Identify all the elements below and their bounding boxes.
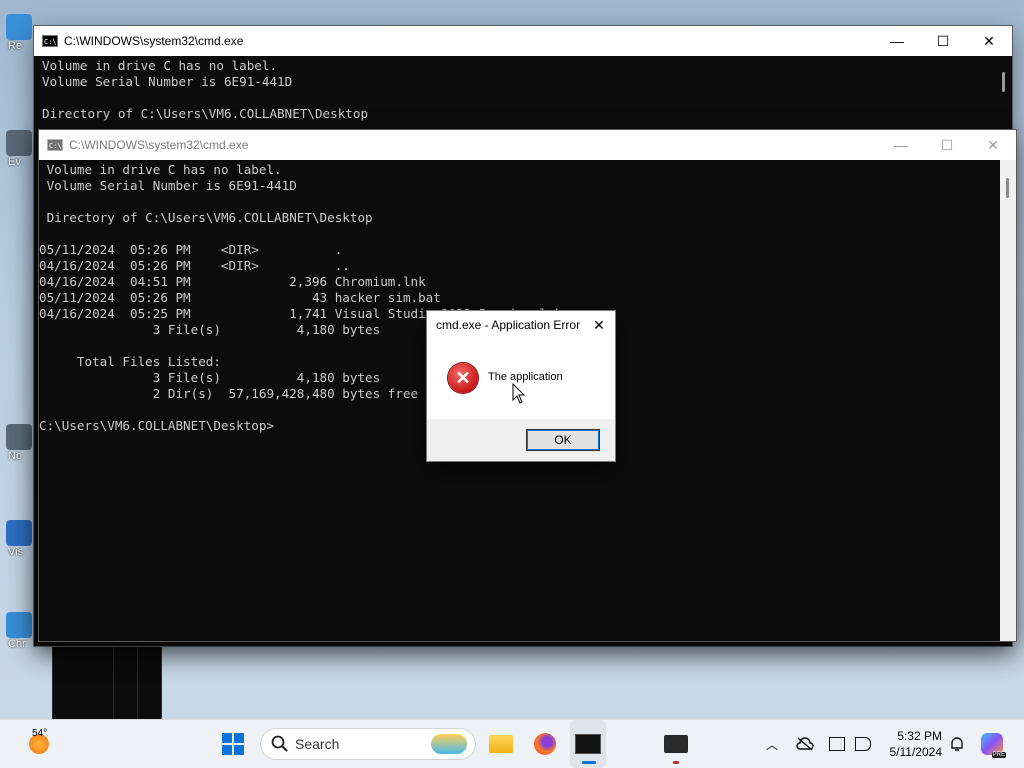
- desktop-icon-label: Vis: [8, 546, 24, 558]
- close-button[interactable]: ✕: [970, 130, 1016, 160]
- scrollbar-thumb[interactable]: [1002, 72, 1005, 92]
- title-bar[interactable]: C:\ C:\WINDOWS\system32\cmd.exe — ☐ ✕: [39, 130, 1016, 160]
- dialog-footer: OK: [427, 419, 615, 461]
- weather-widget[interactable]: 54°: [14, 720, 64, 768]
- chevron-up-icon: ︿: [765, 737, 778, 752]
- dialog-close-button[interactable]: ✕: [589, 315, 609, 335]
- clock-time: 5:32 PM: [897, 729, 942, 743]
- terminal-icon: [664, 735, 688, 753]
- cmd-icon: C:\: [47, 139, 63, 151]
- firefox-button[interactable]: [528, 720, 562, 768]
- desktop-icon-label: No: [8, 450, 23, 462]
- weather-temp: 54°: [32, 728, 48, 739]
- dialog-title: cmd.exe - Application Error: [436, 318, 581, 332]
- desktop-icon-vis[interactable]: Vis: [0, 520, 36, 558]
- bell-icon: [951, 737, 963, 751]
- window-title: C:\WINDOWS\system32\cmd.exe: [64, 34, 244, 48]
- dialog-message: The application: [488, 371, 563, 383]
- maximize-button[interactable]: ☐: [920, 26, 966, 56]
- window-trail: [52, 640, 114, 720]
- network-button[interactable]: [826, 720, 848, 768]
- search-icon: [271, 735, 288, 752]
- desktop-icon-no[interactable]: No: [0, 424, 36, 462]
- error-icon: ✕: [448, 363, 478, 393]
- minimize-button[interactable]: —: [878, 130, 924, 160]
- dialog-body: ✕ The application: [427, 339, 615, 419]
- running-indicator: [582, 761, 596, 764]
- minimize-button[interactable]: —: [874, 26, 920, 56]
- network-icon: [829, 737, 845, 751]
- desktop-icon-label: Re: [8, 40, 23, 52]
- desktop-icon-label: Ev: [8, 156, 21, 168]
- cmd-icon: [575, 734, 601, 754]
- volume-muted-icon: [855, 737, 871, 751]
- copilot-button[interactable]: PRE: [976, 720, 1008, 768]
- close-button[interactable]: ✕: [966, 26, 1012, 56]
- folder-icon: [489, 735, 513, 753]
- volume-button[interactable]: [852, 720, 874, 768]
- scrollbar-thumb[interactable]: [1006, 178, 1009, 198]
- preview-badge: PRE: [991, 752, 1006, 758]
- desktop-icon-chr[interactable]: Chr: [0, 612, 36, 650]
- ok-button[interactable]: OK: [526, 429, 600, 451]
- cmd-icon: C:\: [42, 35, 58, 47]
- scrollbar[interactable]: [1000, 160, 1016, 641]
- start-button[interactable]: [216, 720, 250, 768]
- file-explorer-button[interactable]: [484, 720, 518, 768]
- clock[interactable]: 5:32 PM 5/11/2024: [882, 720, 943, 768]
- desktop-icon-recycle[interactable]: Re: [0, 14, 36, 52]
- clock-date: 5/11/2024: [889, 745, 943, 759]
- onedrive-button[interactable]: [794, 720, 816, 768]
- windows-logo-icon: [222, 733, 244, 755]
- title-bar[interactable]: C:\ C:\WINDOWS\system32\cmd.exe — ☐ ✕: [34, 26, 1012, 56]
- console-output[interactable]: Volume in drive C has no label. Volume S…: [34, 56, 1012, 122]
- taskbar-search-box[interactable]: Search: [260, 728, 476, 760]
- search-label: Search: [295, 736, 340, 752]
- maximize-button[interactable]: ☐: [924, 130, 970, 160]
- desktop-icon-ev[interactable]: Ev: [0, 130, 36, 168]
- taskbar: 54° Search ︿ 5:32 PM 5/11/2024 PRE: [0, 719, 1024, 768]
- cmd-taskbar-button[interactable]: [570, 720, 606, 768]
- window-title: C:\WINDOWS\system32\cmd.exe: [69, 138, 249, 152]
- desktop-icon-label: Chr: [8, 638, 26, 650]
- running-indicator: [673, 761, 679, 764]
- cloud-offline-icon: [796, 737, 814, 751]
- firefox-icon: [534, 733, 556, 755]
- terminal-taskbar-button[interactable]: [658, 720, 694, 768]
- show-hidden-icons-button[interactable]: ︿: [762, 720, 782, 768]
- mouse-cursor-icon: [512, 383, 526, 404]
- notifications-button[interactable]: [946, 720, 968, 768]
- search-highlight-icon: [431, 734, 467, 754]
